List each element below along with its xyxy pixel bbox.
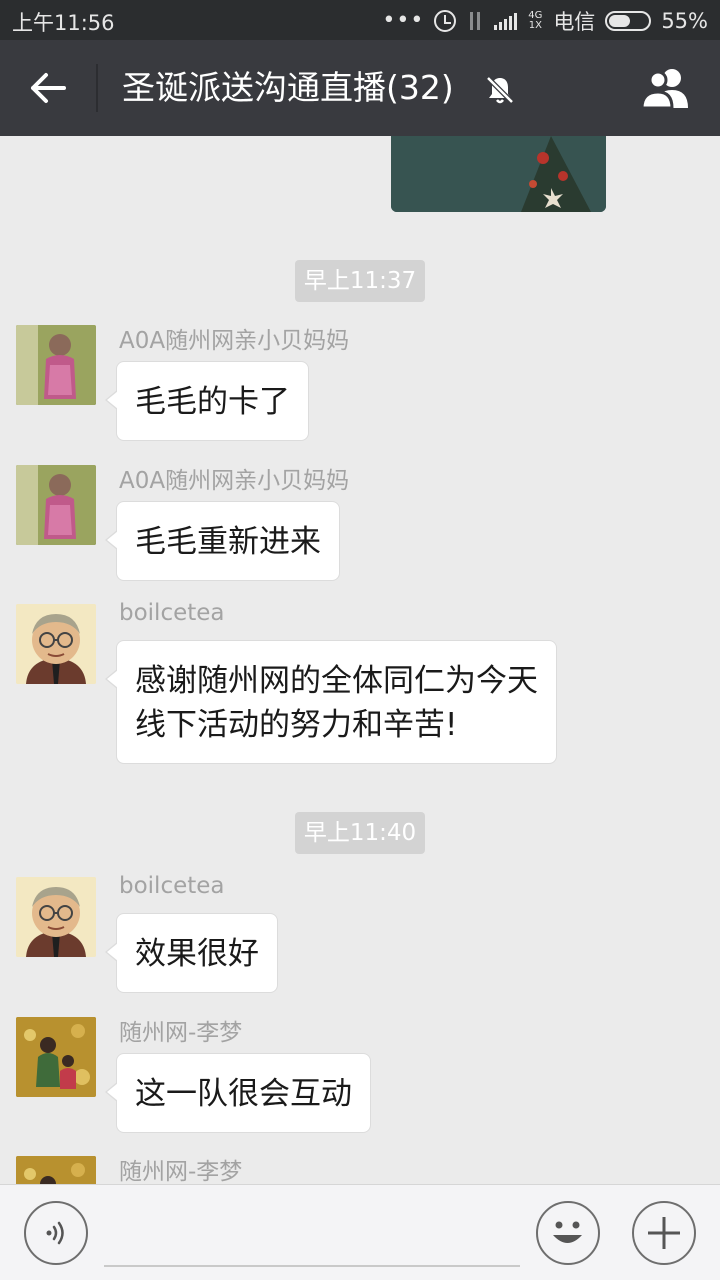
avatar-mom-image [16, 325, 96, 405]
message-text: 毛毛重新进来 [135, 524, 321, 560]
input-bar [0, 1184, 720, 1280]
timestamp-badge: 早上11:37 [295, 260, 425, 302]
mute-bell-icon [486, 76, 514, 104]
voice-button[interactable] [24, 1201, 88, 1265]
message-bubble[interactable]: 毛毛重新进来 [105, 501, 340, 581]
alarm-icon [434, 10, 457, 32]
network-type: 4G 1X [528, 10, 543, 31]
more-notifications-icon: ••• [382, 8, 425, 33]
message-list[interactable]: 早上11:37 A0A随州网亲小贝妈妈 毛毛的卡了 A0A随州网亲小贝妈妈 毛毛… [0, 136, 720, 1184]
sender-name: A0A随州网亲小贝妈妈 [119, 328, 350, 354]
plus-button[interactable] [632, 1201, 696, 1265]
message-bubble[interactable]: 这一队很会互动 [105, 1053, 371, 1133]
christmas-tree-image [391, 136, 606, 212]
message-bubble[interactable]: 效果很好 [105, 913, 278, 993]
image-message-thumbnail[interactable] [391, 136, 606, 212]
avatar[interactable] [16, 604, 96, 684]
avatar[interactable] [16, 877, 96, 957]
message-text: 这一队很会互动 [135, 1076, 352, 1112]
message-text-line: 感谢随州网的全体同仁为今天 [135, 663, 538, 699]
header-divider [96, 64, 98, 112]
avatar[interactable] [16, 1156, 96, 1184]
avatar[interactable] [16, 465, 96, 545]
data-transfer-icon [466, 11, 484, 31]
signal-icon [494, 12, 518, 30]
message-input[interactable] [104, 1215, 520, 1267]
sender-name: 随州网-李梦 [119, 1020, 243, 1046]
sender-name: A0A随州网亲小贝妈妈 [119, 468, 350, 494]
message-bubble[interactable]: 毛毛的卡了 [105, 361, 309, 441]
sender-name: boilcetea [119, 600, 225, 626]
carrier-name: 电信 [553, 10, 596, 34]
sender-name: 随州网-李梦 [119, 1159, 243, 1184]
emoji-button[interactable] [536, 1201, 600, 1265]
sender-name: boilcetea [119, 873, 225, 899]
avatar-tea-image [16, 877, 96, 957]
voice-icon [46, 1221, 64, 1245]
status-time: 上午11:56 [12, 11, 115, 35]
message-text-line: 线下活动的努力和辛苦! [135, 707, 458, 743]
chat-title: 圣诞派送沟通直播(32) [122, 68, 454, 107]
message-text: 毛毛的卡了 [135, 384, 290, 420]
emoji-icon [553, 1221, 582, 1243]
timestamp-badge: 早上11:40 [295, 812, 425, 854]
message-bubble[interactable]: 感谢随州网的全体同仁为今天 线下活动的努力和辛苦! [105, 640, 557, 764]
chat-header: 圣诞派送沟通直播(32) [0, 40, 720, 136]
avatar[interactable] [16, 325, 96, 405]
battery-icon [605, 11, 652, 31]
avatar[interactable] [16, 1017, 96, 1097]
message-text: 效果很好 [135, 936, 259, 972]
back-button[interactable] [0, 40, 96, 136]
avatar-li-image [16, 1156, 96, 1184]
back-arrow-icon [31, 73, 66, 103]
status-bar: 上午11:56 ••• 4G 1X 电信 55% [0, 0, 720, 40]
avatar-tea-image [16, 604, 96, 684]
battery-percent: 55% [661, 9, 708, 33]
group-members-icon[interactable] [638, 66, 694, 110]
avatar-li-image [16, 1017, 96, 1097]
avatar-mom-image [16, 465, 96, 545]
